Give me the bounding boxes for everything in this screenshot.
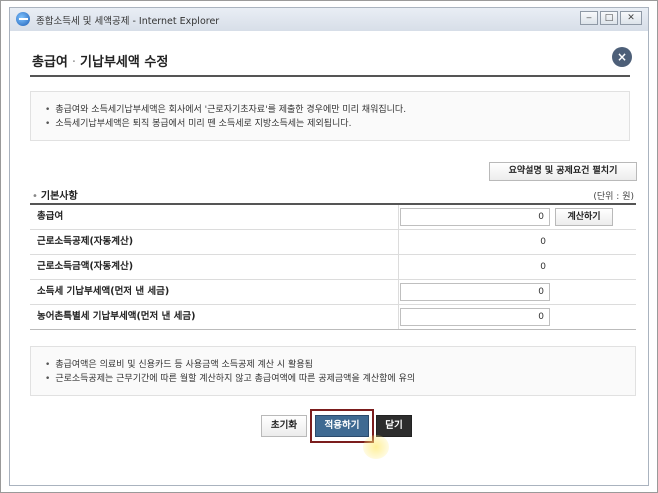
- ie-logo-icon: [16, 12, 30, 26]
- bottom-notice-item: 총급여액은 의료비 및 신용카드 등 사용금액 소득공제 계산 시 활용됨: [45, 358, 621, 372]
- bottom-notice-box: 총급여액은 의료비 및 신용카드 등 사용금액 소득공제 계산 시 활용됨 근로…: [30, 346, 636, 396]
- calculate-button[interactable]: 계산하기: [555, 208, 613, 226]
- notice-item: 소득세기납부세액은 퇴직 봉급에서 미리 뗀 소득세로 지방소득세는 제외됩니다…: [45, 117, 615, 131]
- apply-button[interactable]: 적용하기: [315, 415, 369, 437]
- cursor-glow: [363, 435, 389, 459]
- browser-window-title: 종합소득세 및 세액공제 - Internet Explorer: [36, 16, 220, 27]
- table-row-prepaid-rural-tax: 농어촌특별세 기납부세액(먼저 낸 세금) 0: [30, 305, 636, 330]
- table-row-income-amount: 근로소득금액(자동계산) 0: [30, 255, 636, 280]
- table-row-total-salary: 총급여 0 계산하기: [30, 205, 636, 230]
- minimize-button[interactable]: ‒: [580, 11, 598, 25]
- prepaid-rural-tax-input[interactable]: 0: [400, 308, 550, 326]
- popup-header: 총급여 · 기납부세액 수정 ×: [30, 45, 632, 75]
- popup-title: 총급여 · 기납부세액 수정: [32, 51, 168, 70]
- close-button[interactable]: 닫기: [376, 415, 412, 437]
- total-salary-input[interactable]: 0: [400, 208, 550, 226]
- prepaid-income-tax-label: 소득세 기납부세액(먼저 낸 세금): [37, 280, 399, 304]
- popup-title-separator: ·: [71, 55, 77, 70]
- screenshot-frame: 종합소득세 및 세액공제 - Internet Explorer ‒ □ ✕ 총…: [0, 0, 658, 493]
- popup-title-main: 총급여: [32, 55, 68, 70]
- window-close-button[interactable]: ✕: [620, 11, 642, 25]
- total-salary-label: 총급여: [37, 205, 399, 229]
- maximize-button[interactable]: □: [600, 11, 618, 25]
- income-deduction-label: 근로소득공제(자동계산): [37, 230, 399, 254]
- window-controls: ‒ □ ✕: [580, 11, 642, 25]
- summary-expand-button[interactable]: 요약설명 및 공제요건 펼치기: [489, 162, 637, 181]
- basic-info-table: 총급여 0 계산하기 근로소득공제(자동계산) 0 근로소득금액(자동계산) 0…: [30, 203, 636, 330]
- income-amount-label: 근로소득금액(자동계산): [37, 255, 399, 279]
- table-row-income-deduction: 근로소득공제(자동계산) 0: [30, 230, 636, 255]
- reset-button[interactable]: 초기화: [261, 415, 307, 437]
- unit-label: (단위 : 원): [593, 192, 634, 202]
- action-bar: 초기화 적용하기 닫기: [10, 409, 650, 443]
- bottom-notice-item: 근로소득공제는 근무기간에 따른 월할 계산하지 않고 총급여액에 따른 공제금…: [45, 372, 621, 386]
- popup-title-sub: 기납부세액 수정: [80, 55, 169, 70]
- prepaid-rural-tax-label: 농어촌특별세 기납부세액(먼저 낸 세금): [37, 305, 399, 329]
- income-deduction-value: 0: [540, 237, 546, 247]
- table-row-prepaid-income-tax: 소득세 기납부세액(먼저 낸 세금) 0: [30, 280, 636, 305]
- popup-close-icon[interactable]: ×: [612, 47, 632, 67]
- popup-window: 총급여·기납부세액 수정 × 총급여와 소득세기납부세액은 회사에서 '근로자기…: [9, 31, 649, 486]
- notice-box: 총급여와 소득세기납부세액은 회사에서 '근로자기초자료'를 제출한 경우에만 …: [30, 91, 630, 141]
- section-title: 기본사항: [32, 187, 78, 202]
- browser-titlebar: 종합소득세 및 세액공제 - Internet Explorer ‒ □ ✕: [9, 7, 649, 31]
- prepaid-income-tax-input[interactable]: 0: [400, 283, 550, 301]
- header-divider: [30, 75, 630, 77]
- notice-item: 총급여와 소득세기납부세액은 회사에서 '근로자기초자료'를 제출한 경우에만 …: [45, 103, 615, 117]
- income-amount-value: 0: [540, 262, 546, 272]
